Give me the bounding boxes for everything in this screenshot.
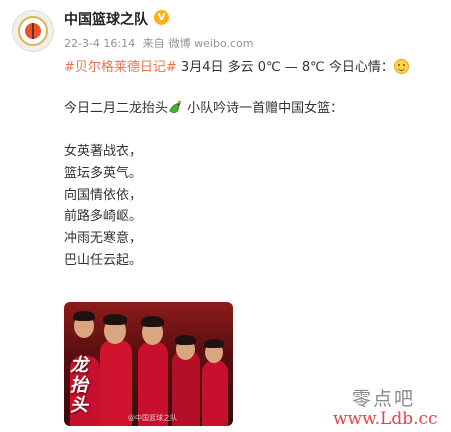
vip-badge-icon: V — [154, 10, 169, 25]
site-watermark-name: 零点吧 — [352, 388, 416, 410]
post-line-2: 今日二月二龙抬头 小队吟诗一首赠中国女篮： — [64, 99, 444, 119]
source-prefix: 来自 — [142, 37, 165, 50]
poem-intro-text: 小队吟诗一首赠中国女篮： — [183, 101, 344, 116]
post-image[interactable]: 龙抬头 @中国篮球之队 — [64, 302, 233, 426]
post-date[interactable]: 22-3-4 16:14 — [64, 37, 135, 50]
site-watermark-url: www.Ldb.cc — [333, 409, 438, 429]
poem-line: 巴山任云起。 — [64, 252, 143, 268]
post-source[interactable]: 微博 weibo.com — [169, 37, 254, 50]
poem-line: 冲雨无寒意， — [64, 231, 143, 247]
avatar[interactable] — [12, 10, 54, 52]
post-line-1: #贝尔格莱德日记# 3月4日 多云 0℃ — 8℃ 今日心情： — [64, 58, 444, 78]
basketball-icon — [25, 23, 41, 39]
dragon-emoji-icon — [169, 100, 182, 114]
hashtag-link[interactable]: #贝尔格莱德日记# — [64, 60, 177, 75]
poem-line: 向国情依依， — [64, 187, 143, 203]
smile-emoji-icon — [393, 59, 409, 74]
weather-text: 3月4日 多云 0℃ — 8℃ 今日心情： — [176, 60, 394, 75]
team-logo-icon — [18, 16, 48, 46]
post-meta: 22-3-4 16:14 来自 微博 weibo.com — [64, 35, 257, 51]
post-content: #贝尔格莱德日记# 3月4日 多云 0℃ — 8℃ 今日心情： 今日二月二龙抬头… — [64, 58, 444, 272]
image-watermark: @中国篮球之队 — [128, 414, 177, 422]
festival-text: 今日二月二龙抬头 — [64, 101, 169, 116]
poem-line: 篮坛多英气。 — [64, 165, 143, 181]
poem: 女英著战衣， 篮坛多英气。 向国情依依， 前路多崎岖。 冲雨无寒意， 巴山任云起… — [64, 141, 444, 272]
poem-line: 女英著战衣， — [64, 144, 143, 159]
post-username[interactable]: 中国篮球之队 — [64, 9, 148, 29]
poem-line: 前路多崎岖。 — [64, 209, 143, 225]
image-caption: 龙抬头 — [70, 355, 88, 416]
